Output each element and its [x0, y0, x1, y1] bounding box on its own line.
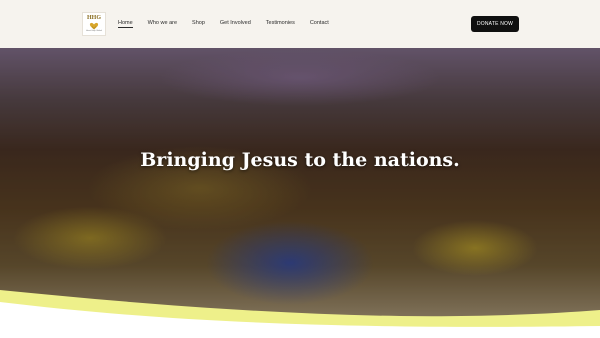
main-nav: Home Who we are Shop Get Involved Testim…: [118, 19, 344, 28]
nav-home[interactable]: Home: [118, 19, 133, 28]
heart-hands-icon: [89, 22, 99, 30]
hero-heading: Bringing Jesus to the nations.: [140, 149, 460, 171]
hero-wave-divider: [0, 290, 600, 338]
logo-tagline: Heart Help Global: [86, 30, 102, 32]
nav-who-we-are[interactable]: Who we are: [148, 19, 177, 27]
nav-shop[interactable]: Shop: [192, 19, 205, 27]
logo-text: HHG: [86, 15, 101, 21]
nav-testimonies[interactable]: Testimonies: [266, 19, 295, 27]
site-header: HHG Heart Help Global Home Who we are Sh…: [0, 0, 600, 48]
nav-get-involved[interactable]: Get Involved: [220, 19, 251, 27]
site-logo[interactable]: HHG Heart Help Global: [82, 12, 106, 36]
hero-section: Bringing Jesus to the nations.: [0, 48, 600, 338]
donate-button[interactable]: DONATE NOW: [471, 16, 519, 32]
nav-contact[interactable]: Contact: [310, 19, 329, 27]
